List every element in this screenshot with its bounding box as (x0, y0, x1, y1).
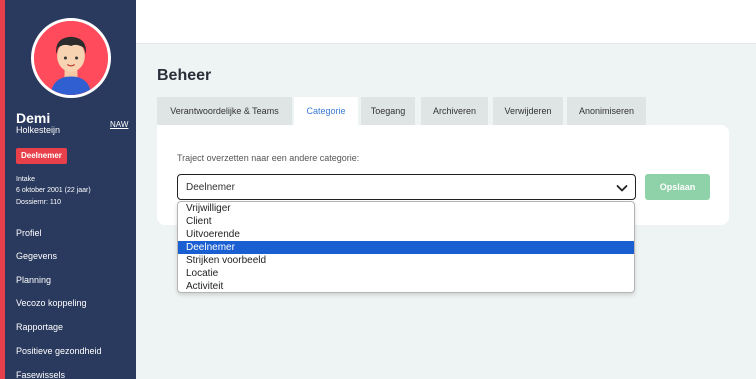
tab-toegang[interactable]: Toegang (361, 97, 415, 125)
naw-link[interactable]: NAW (110, 120, 128, 129)
tab-categorie[interactable]: Categorie (294, 97, 358, 125)
top-bar (136, 0, 756, 44)
nav-item-profiel[interactable]: Profiel (16, 228, 42, 238)
category-select[interactable]: Deelnemer (177, 174, 636, 200)
tab-archiveren[interactable]: Archiveren (421, 97, 488, 125)
dropdown-option-deelnemer[interactable]: Deelnemer (178, 241, 634, 254)
intake-label: Intake (16, 176, 36, 183)
nav-item-positieve-gezondheid[interactable]: Positieve gezondheid (16, 346, 102, 356)
dropdown-option-uitvoerende[interactable]: Uitvoerende (178, 228, 634, 241)
tab-verwijderen[interactable]: Verwijderen (493, 97, 563, 125)
dropdown-option-strijken-voorbeeld[interactable]: Strijken voorbeeld (178, 254, 634, 267)
sidebar-accent (0, 0, 5, 379)
nav-item-planning[interactable]: Planning (16, 275, 51, 285)
category-dropdown-list: Vrijwilliger Client Uitvoerende Deelneme… (177, 201, 635, 293)
nav-item-rapportage[interactable]: Rapportage (16, 322, 63, 332)
tab-anonimiseren[interactable]: Anonimiseren (567, 97, 646, 125)
category-select-value: Deelnemer (186, 182, 235, 193)
dropdown-option-locatie[interactable]: Locatie (178, 267, 634, 280)
sidebar: Demi Holkesteijn NAW Deelnemer Intake 6 … (0, 0, 136, 379)
user-last-name: Holkesteijn (16, 125, 61, 135)
person-avatar-icon[interactable] (31, 18, 111, 98)
user-first-name: Demi (16, 110, 51, 126)
nav-item-vecozo-koppeling[interactable]: Vecozo koppeling (16, 298, 87, 308)
tab-verantwoordelijke-teams[interactable]: Verantwoordelijke & Teams (157, 97, 292, 125)
dropdown-option-client[interactable]: Client (178, 215, 634, 228)
nav-item-fasewissels[interactable]: Fasewissels (16, 370, 65, 379)
category-field-label: Traject overzetten naar een andere categ… (177, 153, 360, 163)
dossier-number: Dossiernr: 110 (16, 199, 62, 206)
nav-item-gegevens[interactable]: Gegevens (16, 251, 57, 261)
page-title: Beheer (157, 67, 212, 84)
dropdown-option-vrijwilliger[interactable]: Vrijwilliger (178, 202, 634, 215)
chevron-down-icon (616, 185, 628, 192)
save-button[interactable]: Opslaan (645, 174, 710, 200)
intake-date: 6 oktober 2001 (22 jaar) (16, 187, 91, 194)
dropdown-option-activiteit[interactable]: Activiteit (178, 280, 634, 292)
role-badge: Deelnemer (16, 148, 67, 164)
